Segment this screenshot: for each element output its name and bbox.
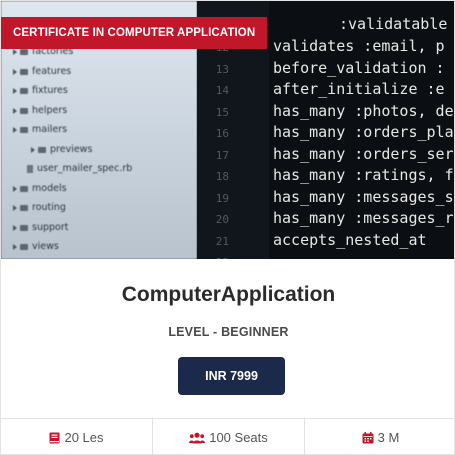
code-line: before_validation : xyxy=(273,58,445,77)
course-level: LEVEL - BEGINNER xyxy=(168,325,289,339)
file-tree-item: models xyxy=(13,182,67,196)
file-tree-item: features xyxy=(13,65,71,79)
code-line: has_many :messages_s xyxy=(273,187,454,206)
file-tree-item-label: features xyxy=(32,65,72,77)
code-editor-pane: :validatable validates :email, p before_va… xyxy=(269,1,454,259)
file-tree-item-label: routing xyxy=(32,202,66,213)
folder-icon xyxy=(20,127,28,133)
code-line: :validatable xyxy=(339,15,448,33)
caret-right-icon xyxy=(13,49,17,55)
line-number: 13 xyxy=(215,62,229,76)
caret-right-icon xyxy=(13,127,17,133)
code-line: has_many :orders_ser xyxy=(273,144,454,163)
code-line: validates :email, p xyxy=(273,37,445,55)
file-tree-item-label: helpers xyxy=(32,104,68,116)
folder-icon xyxy=(20,224,28,231)
line-number: 20 xyxy=(215,213,229,226)
course-hero-image: factories features fixtures helpers mailers p… xyxy=(1,1,454,259)
line-number: 21 xyxy=(215,234,229,248)
caret-right-icon xyxy=(13,68,17,75)
file-tree-item-label: fixtures xyxy=(32,85,68,96)
caret-right-icon xyxy=(13,205,17,211)
file-tree-item-label: previews xyxy=(50,143,93,155)
caret-right-icon xyxy=(13,224,17,231)
folder-icon xyxy=(38,146,46,153)
seats-stat: 100 Seats xyxy=(153,419,305,454)
file-tree-item-label: support xyxy=(32,221,69,233)
line-number: 16 xyxy=(215,127,229,140)
line-number: 17 xyxy=(215,148,229,162)
file-tree-item-label: views xyxy=(32,241,59,252)
folder-icon xyxy=(20,205,28,211)
folder-icon xyxy=(20,244,28,250)
file-tree-item-label: mailers xyxy=(32,124,68,135)
file-tree-item: fixtures xyxy=(13,84,68,98)
code-line: has_many :orders_pla xyxy=(273,123,454,141)
code-line: after_initialize :e xyxy=(273,80,445,98)
file-tree-item: support xyxy=(13,221,68,235)
code-line: accepts_nested_at xyxy=(273,230,427,249)
file-tree-item: helpers xyxy=(13,104,67,118)
course-stats-bar: 20 Les 100 Seats 3 M xyxy=(1,418,454,454)
caret-right-icon xyxy=(13,107,17,114)
caret-right-icon xyxy=(13,244,17,250)
book-icon xyxy=(49,432,60,444)
code-line: has_many :ratings, f xyxy=(273,166,454,184)
file-tree-item: previews xyxy=(31,143,92,157)
caret-right-icon xyxy=(31,146,35,153)
duration-stat-label: 3 M xyxy=(377,430,400,445)
file-tree-item: user_mailer_spec.rb xyxy=(27,162,132,176)
folder-icon xyxy=(20,107,28,114)
folder-icon xyxy=(20,49,28,55)
file-tree-item: routing xyxy=(13,201,66,215)
lessons-stat: 20 Les xyxy=(1,419,153,454)
file-icon xyxy=(27,165,33,173)
line-number: 22 xyxy=(216,256,229,259)
line-number: 19 xyxy=(215,191,229,205)
certificate-badge: CERTIFICATE IN COMPUTER APPLICATION xyxy=(1,17,268,49)
code-line: has_many :messages_r xyxy=(273,209,454,227)
file-tree-item: mailers xyxy=(13,123,67,137)
code-line: has_many :photos, de xyxy=(273,101,454,120)
price-button[interactable]: INR 7999 xyxy=(178,357,285,395)
line-number: 18 xyxy=(215,170,229,183)
caret-right-icon xyxy=(13,88,17,94)
file-tree-item-label: models xyxy=(32,182,67,194)
caret-right-icon xyxy=(13,185,17,192)
folder-icon xyxy=(20,185,28,192)
course-title[interactable]: ComputerApplication xyxy=(1,283,454,307)
line-number: 14 xyxy=(215,84,229,97)
folder-icon xyxy=(20,88,28,94)
users-icon xyxy=(189,432,206,444)
file-tree-item-label: user_mailer_spec.rb xyxy=(37,163,133,174)
course-card[interactable]: factories features fixtures helpers mailers p… xyxy=(0,0,455,455)
line-number: 15 xyxy=(215,105,229,119)
file-tree-item: views xyxy=(13,240,59,254)
seats-stat-label: 100 Seats xyxy=(209,430,268,445)
lessons-stat-label: 20 Les xyxy=(64,430,104,445)
duration-stat: 3 M xyxy=(305,419,454,454)
folder-icon xyxy=(20,68,28,75)
calendar-icon xyxy=(362,431,374,444)
